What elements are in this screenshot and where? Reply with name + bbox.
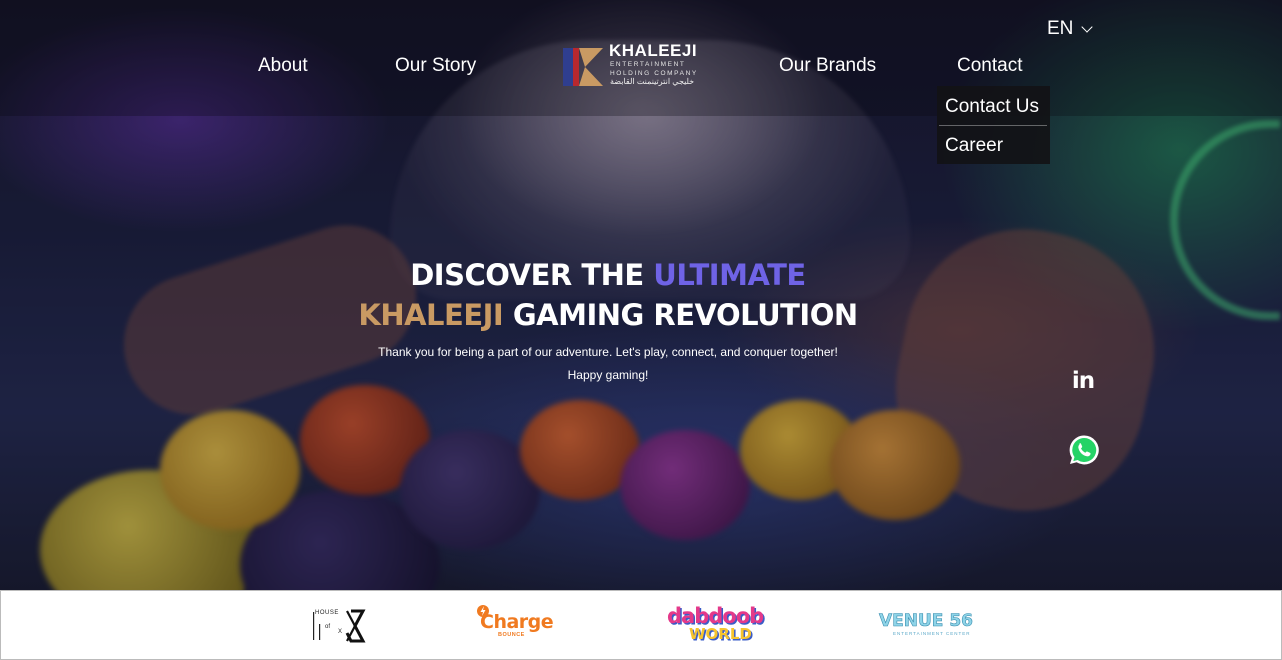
brand-house-text: X: [338, 629, 343, 635]
brand-venue-subtext: ENTERTAINMENT CENTER: [893, 631, 971, 636]
dropdown-divider: [939, 125, 1047, 126]
brand-dabdoob-text: dabdoob: [667, 604, 764, 628]
language-selector[interactable]: EN: [1047, 18, 1094, 40]
nav-about[interactable]: About: [258, 55, 308, 77]
brand-venue-56[interactable]: VENUE 56 ENTERTAINMENT CENTER: [879, 609, 974, 639]
whatsapp-icon[interactable]: [1067, 433, 1101, 467]
logo-subtitle: HOLDING COMPANY: [610, 70, 698, 77]
headline-text: GAMING REVOLUTION: [512, 298, 858, 332]
hero-subtext: Thank you for being a part of our advent…: [378, 345, 838, 359]
brands-strip: HOUSE of X Charge BOUNCE dabdoob WORLD V…: [0, 590, 1282, 660]
logo-arabic-text: خليجي انترتينمنت القابضة: [610, 77, 695, 86]
linkedin-icon[interactable]: in: [1066, 366, 1100, 396]
brand-dabdoob-world[interactable]: dabdoob WORLD: [663, 603, 764, 649]
logo-subtitle: ENTERTAINMENT: [610, 61, 686, 68]
logo-title: KHALEEJI: [609, 41, 698, 60]
dropdown-contact-us[interactable]: Contact Us: [945, 96, 1039, 118]
nav-contact[interactable]: Contact: [957, 55, 1022, 77]
brand-house-text: HOUSE: [315, 610, 339, 616]
nav-our-story[interactable]: Our Story: [395, 55, 476, 77]
whatsapp-glyph: [1069, 435, 1099, 465]
khaleeji-logo-mark: [563, 48, 603, 86]
brand-venue-text: VENUE 56: [879, 611, 974, 632]
brand-house-of-x[interactable]: HOUSE of X: [311, 609, 367, 643]
brand-charge-bounce[interactable]: Charge BOUNCE: [474, 604, 554, 640]
hero-subtext: Happy gaming!: [567, 368, 649, 382]
nav-our-brands[interactable]: Our Brands: [779, 55, 876, 77]
dropdown-career[interactable]: Career: [945, 135, 1003, 157]
brand-charge-subtext: BOUNCE: [498, 632, 525, 638]
hero-headline: DISCOVER THE ULTIMATE KHALEEJI GAMING RE…: [300, 255, 916, 335]
brand-house-text: of: [325, 624, 331, 630]
chevron-down-icon: [1081, 20, 1094, 33]
brand-dabdoob-world-text: WORLD: [689, 625, 752, 643]
language-label: EN: [1047, 18, 1074, 39]
contact-dropdown: Contact Us Career: [937, 86, 1050, 164]
headline-text: DISCOVER THE: [410, 258, 644, 292]
headline-gold: KHALEEJI: [358, 298, 504, 332]
headline-accent: ULTIMATE: [653, 258, 806, 292]
logo[interactable]: KHALEEJI ENTERTAINMENT HOLDING COMPANY خ…: [563, 41, 698, 90]
brand-charge-text: Charge: [480, 611, 554, 633]
